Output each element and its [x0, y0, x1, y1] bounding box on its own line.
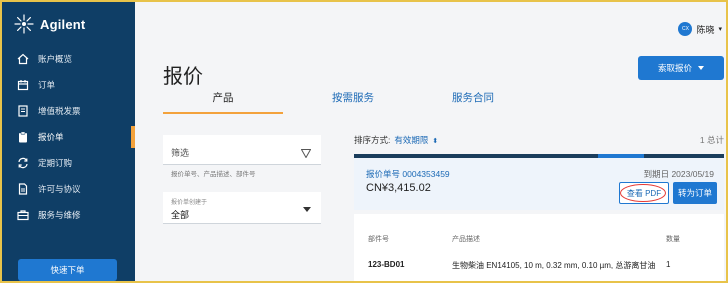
active-tab-indicator: [163, 112, 283, 114]
avatar: CX: [678, 22, 693, 36]
filter-hint: 报价单号、产品描述、部件号: [171, 171, 256, 178]
filter-icon: [300, 145, 312, 163]
quote-expiry: 到期日 2023/05/19: [643, 169, 714, 179]
user-menu[interactable]: CX 陈晓 ▾: [678, 22, 722, 36]
sidebar-item-label: 增值税发票: [38, 106, 81, 116]
tab-products[interactable]: 产品: [163, 90, 283, 112]
table-cell-quantity: 1: [666, 260, 671, 269]
sidebar-item-label: 许可与协议: [38, 184, 81, 194]
brand-logo[interactable]: Agilent: [14, 14, 85, 34]
view-pdf-button[interactable]: 查看 PDF: [619, 182, 669, 204]
sort-label: 排序方式:: [354, 135, 391, 145]
sidebar-item-label: 账户概览: [38, 54, 73, 64]
sidebar-item-label: 定期订购: [38, 158, 73, 168]
request-quote-label: 索取报价: [657, 63, 692, 73]
sidebar-nav: 账户概览 订单 增值税发票 报价单 定期订购 许可与协议 服务与维修: [2, 46, 135, 228]
tab-bar: 产品 按需服务 服务合同: [163, 90, 723, 114]
filter-input[interactable]: 筛选: [163, 135, 321, 165]
filter-label: 筛选: [171, 148, 190, 158]
tab-on-demand-services[interactable]: 按需服务: [303, 90, 403, 112]
calendar-icon: [16, 78, 30, 92]
quote-number-label: 报价单号: [366, 169, 401, 179]
created-date-select[interactable]: 报价单创建于 全部: [163, 192, 321, 224]
sidebar-item-label: 订单: [38, 80, 56, 90]
chevron-down-icon: ▾: [718, 26, 722, 33]
sidebar-item-invoices[interactable]: 增值税发票: [2, 98, 135, 124]
sort-order-icon[interactable]: ⬍: [432, 138, 438, 145]
select-label: 报价单创建于: [171, 200, 208, 206]
sort-row: 排序方式: 有效期限 ⬍ 1 总计: [354, 134, 724, 146]
sidebar-item-overview[interactable]: 账户概览: [2, 46, 135, 72]
main-content: CX 陈晓 ▾ 报价 索取报价 产品 按需服务 服务合同 筛选 报价单号、产品描…: [135, 2, 726, 281]
quote-number: 0004353459: [402, 169, 450, 179]
home-icon: [16, 52, 30, 66]
tab-service-contracts[interactable]: 服务合同: [418, 90, 528, 112]
agilent-spark-icon: [14, 14, 34, 34]
quote-amount: CN¥3,415.02: [366, 182, 431, 194]
quote-card: 报价单号 0004353459 CN¥3,415.02 到期日 2023/05/…: [354, 158, 724, 210]
sidebar: Agilent 账户概览 订单 增值税发票 报价单 定期订购 许可与协议 服务与…: [2, 2, 135, 281]
quote-number-link[interactable]: 报价单号 0004353459: [366, 168, 450, 180]
repeat-icon: [16, 156, 30, 170]
column-header-part: 部件号: [368, 236, 389, 243]
sidebar-item-label: 报价单: [38, 132, 64, 142]
table-cell-part: 123-BD01: [368, 260, 405, 269]
sidebar-item-subscriptions[interactable]: 定期订购: [2, 150, 135, 176]
chevron-down-icon: [698, 66, 704, 70]
sidebar-item-orders[interactable]: 订单: [2, 72, 135, 98]
column-header-quantity: 数量: [666, 236, 680, 243]
sidebar-item-licenses[interactable]: 许可与协议: [2, 176, 135, 202]
document-icon: [16, 182, 30, 196]
user-name: 陈晓: [696, 24, 715, 35]
sort-dropdown[interactable]: 有效期限: [394, 135, 428, 145]
invoice-icon: [16, 104, 30, 118]
column-header-description: 产品描述: [452, 236, 480, 243]
select-value: 全部: [171, 210, 190, 220]
quick-order-button[interactable]: 快速下单: [18, 259, 117, 281]
table-cell-description: 生物柴油 EN14105, 10 m, 0.32 mm, 0.10 µm, 总游…: [452, 261, 656, 270]
convert-to-order-button[interactable]: 转为订单: [673, 182, 717, 204]
briefcase-icon: [16, 208, 30, 222]
results-count: 1 总计: [699, 135, 724, 145]
brand-name: Agilent: [40, 16, 86, 32]
request-quote-button[interactable]: 索取报价: [638, 56, 724, 80]
sidebar-item-quotes[interactable]: 报价单: [2, 124, 135, 150]
page-title: 报价: [163, 66, 203, 88]
clipboard-icon: [16, 130, 30, 144]
chevron-down-icon: [303, 207, 311, 212]
line-items-table: 部件号 产品描述 数量 123-BD01 生物柴油 EN14105, 10 m,…: [354, 214, 724, 281]
sidebar-item-label: 服务与维修: [38, 210, 81, 220]
app-window: Agilent 账户概览 订单 增值税发票 报价单 定期订购 许可与协议 服务与…: [0, 0, 728, 283]
sidebar-item-service[interactable]: 服务与维修: [2, 202, 135, 228]
